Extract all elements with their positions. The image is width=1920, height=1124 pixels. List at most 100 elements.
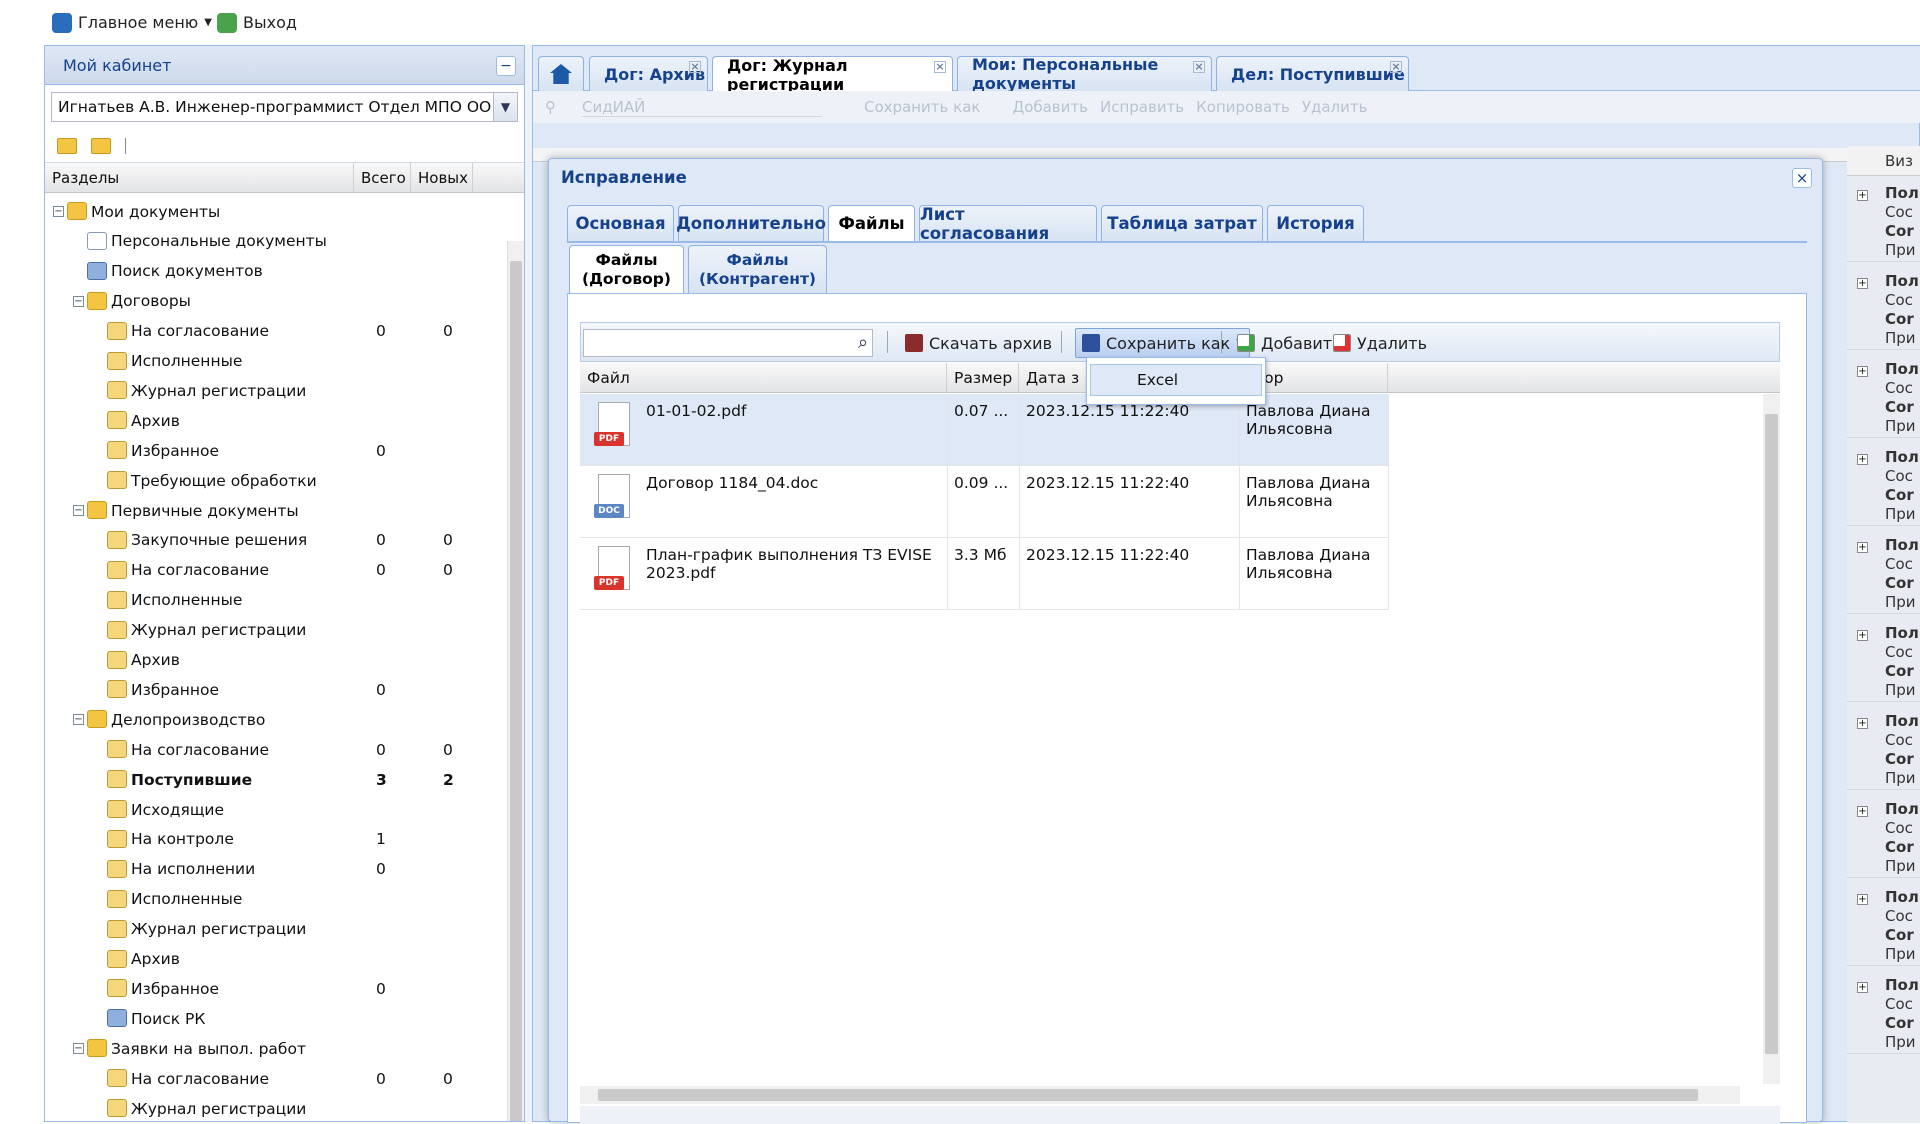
tree-scrollbar[interactable] <box>507 241 524 1121</box>
tab-contracts-archive[interactable]: Дог: Архив × <box>589 56 708 91</box>
expand-icon[interactable]: + <box>1857 982 1868 993</box>
user-select[interactable]: Игнатьев А.В. Инженер-программист Отдел … <box>51 92 518 122</box>
expand-icon[interactable]: + <box>1857 454 1868 465</box>
tree-item[interactable]: Журнал регистрации <box>45 915 505 944</box>
tree-item[interactable]: Журнал регистрации <box>45 376 505 405</box>
right-panel-row[interactable]: + Пол Сос Cor При <box>1847 968 1920 1054</box>
expand-icon[interactable]: + <box>1857 190 1868 201</box>
right-panel-row[interactable]: + Пол Сос Cor При <box>1847 352 1920 438</box>
tree-item[interactable]: Журнал регистрации <box>45 1094 505 1121</box>
tab-incoming[interactable]: Дел: Поступившие × <box>1216 56 1409 91</box>
column-header-sections[interactable]: Разделы <box>45 163 354 192</box>
add-file-button[interactable]: Добавить <box>1237 330 1342 356</box>
tree-item[interactable]: − Мои документы <box>45 197 505 226</box>
tab-cost-table[interactable]: Таблица затрат <box>1101 205 1263 241</box>
subtab-files-counterparty[interactable]: Файлы (Контрагент) <box>688 245 827 293</box>
tree-item[interactable]: Исполненные <box>45 885 505 914</box>
tree-item[interactable]: На исполнении 0 <box>45 855 505 884</box>
collapse-toggle-icon[interactable]: − <box>73 1043 84 1055</box>
save-as-button[interactable]: Сохранить как ▼ <box>1075 328 1251 358</box>
scrollbar-thumb[interactable] <box>598 1089 1698 1101</box>
tree-item[interactable]: − Заявки на выпол. работ <box>45 1034 505 1063</box>
download-archive-button[interactable]: Скачать архив <box>905 330 1052 356</box>
menu-item-excel[interactable]: Excel <box>1090 364 1262 396</box>
tree-item[interactable]: На согласование 0 0 <box>45 556 505 585</box>
tree-item[interactable]: На согласование 0 0 <box>45 317 505 346</box>
tree-item[interactable]: Архив <box>45 945 505 974</box>
close-icon[interactable]: × <box>1193 61 1205 73</box>
right-panel-row[interactable]: + Пол Сос Cor При <box>1847 528 1920 614</box>
tab-personal-documents[interactable]: Мои: Персональные документы × <box>957 55 1212 93</box>
tree-item[interactable]: Журнал регистрации <box>45 616 505 645</box>
expand-icon[interactable]: + <box>1857 542 1868 553</box>
close-icon[interactable]: × <box>689 61 701 73</box>
tree-item[interactable]: Архив <box>45 646 505 675</box>
column-header-file[interactable]: Файл <box>580 363 947 393</box>
right-panel-row[interactable]: + Пол Сос Cor При <box>1847 616 1920 702</box>
tree-item[interactable]: На согласование 0 0 <box>45 1064 505 1093</box>
tree-item[interactable]: Архив <box>45 406 505 435</box>
search-icon[interactable]: ⌕ <box>852 330 874 356</box>
expand-icon[interactable]: + <box>1857 718 1868 729</box>
table-row[interactable]: PDF 01-01-02.pdf 0.07 ... 2023.12.15 11:22:… <box>580 394 1389 466</box>
files-grid-hscroll[interactable] <box>580 1086 1740 1104</box>
tree-item[interactable]: Избранное 0 <box>45 436 505 465</box>
tree-item[interactable]: − Первичные документы <box>45 496 505 525</box>
collapse-toggle-icon[interactable]: − <box>73 505 84 516</box>
tree-item[interactable]: На контроле 1 <box>45 825 505 854</box>
tree-item[interactable]: Закупочные решения 0 0 <box>45 526 505 555</box>
tree-item[interactable]: Требующие обработки <box>45 466 505 495</box>
expand-icon[interactable]: + <box>1857 366 1868 377</box>
chevron-down-icon[interactable]: ▼ <box>493 93 517 121</box>
column-header-total[interactable]: Всего <box>354 163 411 192</box>
close-icon[interactable]: × <box>934 61 946 73</box>
right-panel-row[interactable]: + Пол Сос Cor При <box>1847 880 1920 966</box>
tree-item[interactable]: Поиск РК <box>45 1004 505 1033</box>
tree-item[interactable]: На согласование 0 0 <box>45 735 505 764</box>
tab-contracts-journal[interactable]: Дог: Журнал регистрации × <box>712 56 953 94</box>
right-panel-row[interactable]: + Пол Сос Cor При <box>1847 704 1920 790</box>
folder-icon[interactable] <box>91 137 111 154</box>
expand-icon[interactable]: + <box>1857 894 1868 905</box>
tab-additional[interactable]: Дополнительно <box>676 205 826 241</box>
panel-splitter[interactable] <box>525 45 532 1122</box>
tree-item[interactable]: − Договоры <box>45 287 505 316</box>
expand-icon[interactable]: + <box>1857 630 1868 641</box>
subtab-files-contract[interactable]: Файлы (Договор) <box>569 245 684 293</box>
collapse-icon[interactable]: − <box>496 56 516 76</box>
column-header-new[interactable]: Новых <box>411 163 473 192</box>
right-panel-row[interactable]: + Пол Сос Cor При <box>1847 176 1920 262</box>
scrollbar-thumb[interactable] <box>1765 414 1778 1054</box>
tree-item[interactable]: Избранное 0 <box>45 675 505 704</box>
tree-item[interactable]: Избранное 0 <box>45 974 505 1003</box>
tab-approval-sheet[interactable]: Лист согласования <box>919 205 1097 243</box>
column-header-size[interactable]: Размер <box>947 363 1019 393</box>
scrollbar-thumb[interactable] <box>510 261 522 1121</box>
table-row[interactable]: PDF План-график выполнения ТЗ EVISE 2023.p… <box>580 538 1389 610</box>
file-search-input[interactable]: ⌕ <box>583 329 873 357</box>
tab-main[interactable]: Основная <box>567 205 674 241</box>
tree-item[interactable]: Исполненные <box>45 586 505 615</box>
table-row[interactable]: DOC Договор 1184_04.doc 0.09 ... 2023.12.15… <box>580 466 1389 538</box>
expand-icon[interactable]: + <box>1857 806 1868 817</box>
delete-file-button[interactable]: Удалить <box>1333 330 1427 356</box>
right-panel-row[interactable]: + Пол Сос Cor При <box>1847 792 1920 878</box>
exit-button[interactable]: Выход <box>217 0 297 45</box>
tab-home[interactable] <box>538 56 584 91</box>
files-grid-vscroll[interactable] <box>1763 394 1780 1084</box>
tab-history[interactable]: История <box>1267 205 1364 241</box>
tree-item[interactable]: Поступившие 3 2 <box>45 765 505 794</box>
close-icon[interactable]: × <box>1390 61 1402 73</box>
collapse-toggle-icon[interactable]: − <box>53 206 64 217</box>
tree-item[interactable]: − Делопроизводство <box>45 705 505 734</box>
right-panel-row[interactable]: + Пол Сос Cor При <box>1847 440 1920 526</box>
tree-item[interactable]: Исполненные <box>45 347 505 376</box>
tree-item[interactable]: Исходящие <box>45 795 505 824</box>
tab-files[interactable]: Файлы <box>828 205 915 241</box>
main-menu-button[interactable]: Главное меню ▼ <box>52 0 212 45</box>
folder-open-icon[interactable] <box>57 137 77 154</box>
right-panel-row[interactable]: + Пол Сос Cor При <box>1847 264 1920 350</box>
collapse-toggle-icon[interactable]: − <box>73 295 84 307</box>
expand-icon[interactable]: + <box>1857 278 1868 289</box>
tree-item[interactable]: Персональные документы <box>45 227 505 256</box>
